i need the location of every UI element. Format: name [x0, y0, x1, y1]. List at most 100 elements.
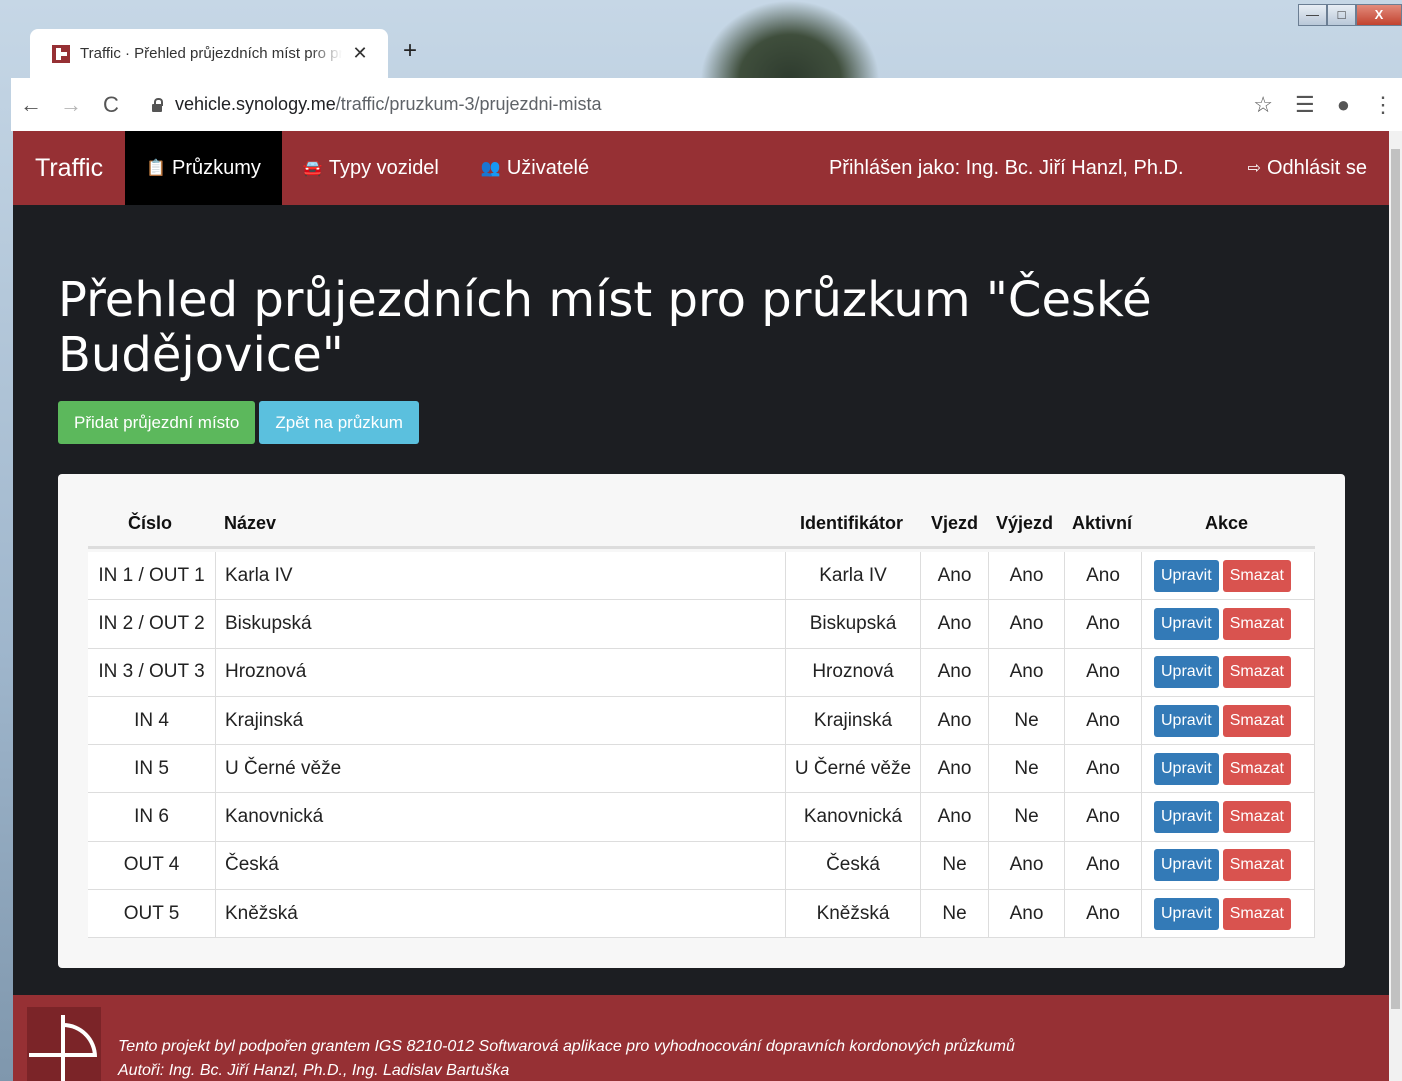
- lock-icon: [151, 97, 163, 112]
- new-tab-button[interactable]: +: [395, 36, 425, 66]
- url-text: vehicle.synology.me/traffic/pruzkum-3/pr…: [175, 94, 602, 115]
- page-title: Přehled průjezdních míst pro průzkum "Če…: [58, 272, 1152, 383]
- cell-nazev: Česká: [216, 841, 786, 890]
- browser-tab[interactable]: Traffic · Přehled průjezdních míst pro p…: [30, 29, 388, 78]
- cell-aktivni: Ano: [1065, 793, 1142, 841]
- cell-aktivni: Ano: [1065, 841, 1142, 890]
- cell-aktivni: Ano: [1065, 648, 1142, 696]
- back-to-survey-button[interactable]: Zpět na průzkum: [259, 401, 419, 444]
- cell-aktivni: Ano: [1065, 890, 1142, 938]
- edit-button[interactable]: Upravit: [1154, 559, 1219, 592]
- cell-vjezd: Ano: [921, 793, 989, 841]
- tab-title: Traffic · Přehled průjezdních míst pro p…: [80, 45, 342, 62]
- cell-cislo: OUT 4: [88, 841, 216, 890]
- close-tab-icon[interactable]: ✕: [350, 43, 370, 64]
- delete-button[interactable]: Smazat: [1222, 752, 1291, 785]
- column-header-vjezd: Vjezd: [931, 513, 979, 533]
- reading-list-icon[interactable]: ☰: [1295, 92, 1315, 118]
- table-row: OUT 4 Česká Česká Ne Ano Ano Upravit Smazat: [88, 841, 1315, 891]
- cell-vyjezd: Ne: [989, 696, 1065, 745]
- delete-button[interactable]: Smazat: [1222, 559, 1291, 592]
- cell-vyjezd: Ano: [989, 890, 1065, 938]
- table-panel: Číslo Název Identifikátor Vjezd Výjezd A…: [58, 474, 1345, 968]
- nav-item-uzivatele[interactable]: 👥 Uživatelé: [460, 131, 610, 205]
- cell-cislo: IN 6: [88, 793, 216, 841]
- maximize-button[interactable]: □: [1327, 4, 1356, 26]
- column-header-akce: Akce: [1205, 513, 1249, 533]
- column-header-identifikator: Identifikátor: [800, 513, 904, 533]
- toolbar-actions: ☆ ☰ ● ⋮: [1253, 92, 1402, 118]
- delete-button[interactable]: Smazat: [1222, 607, 1291, 640]
- edit-button[interactable]: Upravit: [1154, 704, 1219, 737]
- browser-toolbar: ← → C vehicle.synology.me/traffic/pruzku…: [11, 78, 1402, 131]
- cell-vjezd: Ne: [921, 841, 989, 890]
- cell-akce: Upravit Smazat: [1142, 841, 1315, 890]
- cell-akce: Upravit Smazat: [1142, 648, 1315, 696]
- add-passage-point-button[interactable]: Přidat průjezdní místo: [58, 401, 256, 444]
- url-host: vehicle.synology.me: [175, 94, 336, 114]
- cell-akce: Upravit Smazat: [1142, 890, 1315, 938]
- cell-vjezd: Ano: [921, 696, 989, 745]
- cell-cislo: IN 4: [88, 696, 216, 745]
- table-header: Číslo Název Identifikátor Vjezd Výjezd A…: [88, 507, 1315, 549]
- scrollbar-thumb[interactable]: [1391, 149, 1400, 1009]
- table-row: IN 6 Kanovnická Kanovnická Ano Ne Ano Upravit S…: [88, 793, 1315, 842]
- nav-item-label: Typy vozidel: [328, 156, 439, 179]
- delete-button[interactable]: Smazat: [1222, 897, 1291, 930]
- cell-cislo: IN 1 / OUT 1: [88, 552, 216, 600]
- reload-icon[interactable]: C: [91, 92, 131, 118]
- cell-aktivni: Ano: [1065, 552, 1142, 600]
- browser-window: Traffic · Přehled průjezdních míst pro p…: [11, 0, 1402, 1081]
- action-buttons: Přidat průjezdní místo Zpět na průzkum: [58, 401, 419, 444]
- vertical-scrollbar[interactable]: [1389, 131, 1402, 1081]
- navbar-right: Přihlášen jako: Ing. Bc. Jiří Hanzl, Ph.…: [829, 131, 1389, 205]
- delete-button[interactable]: Smazat: [1222, 704, 1291, 737]
- cell-aktivni: Ano: [1065, 745, 1142, 793]
- cell-vjezd: Ano: [921, 600, 989, 648]
- minimize-button[interactable]: —: [1298, 4, 1327, 26]
- favicon-icon: [52, 44, 70, 63]
- cell-cislo: OUT 5: [88, 890, 216, 938]
- edit-button[interactable]: Upravit: [1154, 801, 1219, 834]
- cell-nazev: Hroznová: [216, 648, 786, 696]
- nav-item-label: Průzkumy: [172, 156, 261, 179]
- top-navbar: Traffic 📋 Průzkumy 🚘 Typy vozidel 👥 Uživ…: [13, 131, 1389, 205]
- tab-strip: Traffic · Přehled průjezdních míst pro p…: [11, 0, 1402, 78]
- address-bar[interactable]: vehicle.synology.me/traffic/pruzkum-3/pr…: [139, 87, 1179, 123]
- cell-nazev: Kanovnická: [216, 793, 786, 841]
- bookmark-star-icon[interactable]: ☆: [1253, 92, 1273, 118]
- edit-button[interactable]: Upravit: [1154, 656, 1219, 689]
- edit-button[interactable]: Upravit: [1154, 897, 1219, 930]
- menu-icon[interactable]: ⋮: [1372, 92, 1394, 118]
- column-header-cislo: Číslo: [128, 513, 173, 533]
- nav-item-typy-vozidel[interactable]: 🚘 Typy vozidel: [282, 131, 460, 205]
- forward-arrow-icon[interactable]: →: [51, 92, 91, 118]
- edit-button[interactable]: Upravit: [1154, 752, 1219, 785]
- cell-akce: Upravit Smazat: [1142, 745, 1315, 793]
- cell-vyjezd: Ano: [989, 600, 1065, 648]
- cell-nazev: U Černé věže: [216, 745, 786, 793]
- cell-vyjezd: Ne: [989, 793, 1065, 841]
- footer-text: Tento projekt byl podpořen grantem IGS 8…: [118, 1035, 1015, 1081]
- nav-item-pruzkumy[interactable]: 📋 Průzkumy: [125, 131, 282, 205]
- edit-button[interactable]: Upravit: [1154, 849, 1219, 882]
- back-arrow-icon[interactable]: ←: [11, 92, 51, 118]
- delete-button[interactable]: Smazat: [1222, 656, 1291, 689]
- logout-link[interactable]: ⇨ Odhlásit se: [1248, 131, 1389, 205]
- delete-button[interactable]: Smazat: [1222, 849, 1291, 882]
- table-row: OUT 5 Kněžská Kněžská Ne Ano Ano Upravit Smazat: [88, 890, 1315, 939]
- logged-in-user: Přihlášen jako: Ing. Bc. Jiří Hanzl, Ph.…: [828, 156, 1184, 179]
- nav-item-label: Uživatelé: [506, 156, 590, 179]
- cell-nazev: Karla IV: [216, 552, 786, 600]
- cell-vjezd: Ano: [921, 552, 989, 600]
- profile-icon[interactable]: ●: [1337, 92, 1350, 118]
- close-window-button[interactable]: X: [1356, 4, 1402, 26]
- cell-cislo: IN 5: [88, 745, 216, 793]
- cell-cislo: IN 2 / OUT 2: [88, 600, 216, 648]
- cell-identifikator: U Černé věže: [786, 745, 921, 793]
- table-row: IN 4 Krajinská Krajinská Ano Ne Ano Upravit Sma…: [88, 696, 1315, 746]
- brand-link[interactable]: Traffic: [13, 131, 125, 205]
- delete-button[interactable]: Smazat: [1222, 801, 1291, 834]
- edit-button[interactable]: Upravit: [1154, 607, 1219, 640]
- table-row: IN 2 / OUT 2 Biskupská Biskupská Ano Ano Ano U…: [88, 600, 1315, 649]
